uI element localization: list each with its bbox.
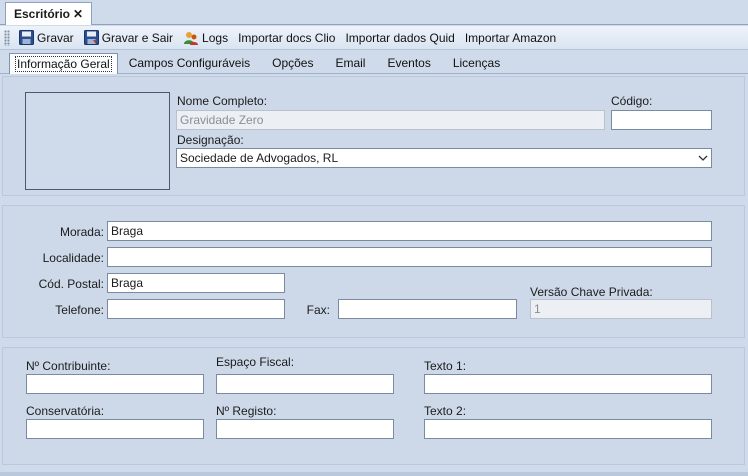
logs-button[interactable]: Logs	[178, 28, 233, 48]
registry-number-field[interactable]	[216, 419, 394, 439]
phone-label: Telefone:	[55, 303, 104, 317]
designation-select[interactable]: Sociedade de Advogados, RL	[176, 148, 712, 168]
import-amazon-button-label: Importar Amazon	[464, 30, 557, 45]
import-amazon-button[interactable]: Importar Amazon	[460, 28, 561, 48]
full-name-field[interactable]: Gravidade Zero	[176, 110, 605, 130]
full-name-label: Nome Completo:	[177, 94, 268, 108]
tab-licencas[interactable]: Licenças	[442, 53, 511, 73]
document-tab-title: Escritório	[14, 7, 71, 21]
tab-eventos[interactable]: Eventos	[376, 53, 441, 73]
designation-label: Designação:	[177, 133, 244, 147]
text1-label: Texto 1:	[424, 359, 467, 373]
phone-field[interactable]	[107, 299, 285, 319]
fax-field[interactable]	[338, 299, 517, 319]
import-clio-button-label: Importar docs Clio	[238, 30, 336, 45]
document-tab-strip	[0, 0, 748, 25]
morada-field[interactable]: Braga	[107, 221, 712, 241]
import-clio-button[interactable]: Importar docs Clio	[233, 28, 340, 48]
chevron-down-icon	[698, 155, 708, 161]
morada-label: Morada:	[59, 225, 104, 239]
localidade-label: Localidade:	[42, 251, 104, 265]
code-label: Código:	[611, 94, 653, 108]
save-and-exit-button-label: Gravar e Sair	[101, 30, 174, 45]
save-button[interactable]: Gravar	[14, 28, 79, 48]
key-version-field[interactable]: 1	[530, 299, 712, 319]
toolbar: Gravar Gravar e Sair Logs Importar docs …	[0, 26, 748, 50]
nif-label: Nº Contribuinte:	[26, 359, 111, 373]
section-tabs: Informação Geral Campos Configuráveis Op…	[0, 52, 748, 74]
document-tab-escritorio[interactable]: Escritório ✕	[5, 2, 93, 25]
nif-field[interactable]	[26, 374, 204, 394]
import-quid-button[interactable]: Importar dados Quid	[340, 28, 459, 48]
floppy-disk-exit-icon	[83, 30, 99, 45]
tab-campos-configuraveis[interactable]: Campos Configuráveis	[118, 53, 261, 73]
tab-email[interactable]: Email	[324, 53, 376, 73]
tab-opcoes[interactable]: Opções	[261, 53, 324, 73]
text2-field[interactable]	[424, 419, 712, 439]
fax-label: Fax:	[306, 303, 330, 317]
logs-button-label: Logs	[202, 30, 229, 45]
close-icon[interactable]: ✕	[73, 7, 83, 21]
fiscal-space-label: Espaço Fiscal:	[216, 355, 295, 369]
bottom-bar	[0, 472, 748, 476]
import-quid-button-label: Importar dados Quid	[345, 30, 455, 45]
text1-field[interactable]	[424, 374, 712, 394]
text2-label: Texto 2:	[424, 404, 467, 418]
logo-image-box[interactable]	[25, 92, 170, 190]
tab-informacao-geral[interactable]: Informação Geral	[9, 53, 118, 74]
save-button-label: Gravar	[37, 30, 74, 45]
toolbar-grip-icon[interactable]	[4, 29, 10, 46]
key-version-label: Versão Chave Privada:	[530, 285, 653, 299]
floppy-disk-icon	[19, 30, 34, 45]
registry-number-label: Nº Registo:	[216, 404, 277, 418]
users-icon	[184, 31, 199, 45]
code-field[interactable]	[611, 110, 712, 130]
localidade-field[interactable]	[107, 247, 712, 267]
registry-office-field[interactable]	[26, 419, 204, 439]
save-and-exit-button[interactable]: Gravar e Sair	[79, 28, 178, 48]
postal-code-field[interactable]: Braga	[107, 273, 285, 293]
postal-code-label: Cód. Postal:	[38, 277, 104, 291]
fiscal-panel	[2, 347, 745, 465]
registry-office-label: Conservatória:	[26, 404, 105, 418]
fiscal-space-field[interactable]	[216, 374, 394, 394]
designation-selected-value: Sociedade de Advogados, RL	[180, 150, 339, 165]
